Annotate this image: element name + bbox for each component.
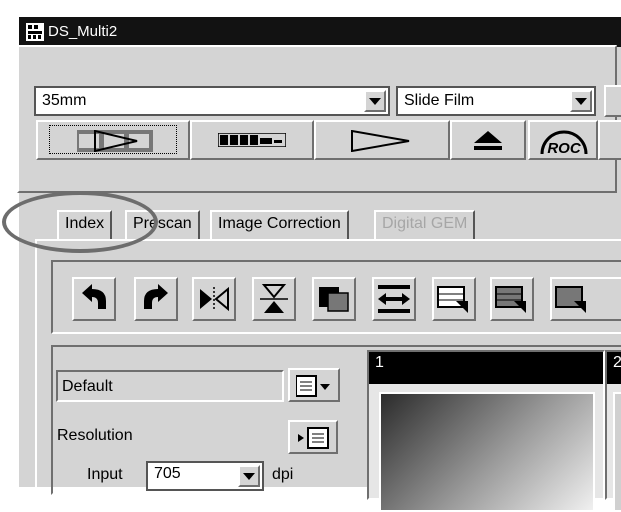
grid-invert-icon [555,286,586,313]
input-resolution-value: 705 [154,465,181,482]
input-label: Input [87,466,123,483]
eject-icon [474,131,502,150]
roc-icon: ROC [540,130,588,156]
overlay-button[interactable] [312,277,356,321]
flip-horizontal-button[interactable] [192,277,236,321]
prescan-all-button[interactable] [190,120,314,160]
title-bar: DS_Multi2 [19,17,621,47]
flip-horizontal-icon [200,286,229,312]
thumbnail-image [379,392,595,512]
roc-button[interactable]: ROC [528,120,598,160]
invert-selection-button[interactable] [550,277,621,321]
input-unit-label: dpi [272,466,294,483]
profile-value: Default [62,378,113,395]
scan-button[interactable] [314,120,450,160]
thumbnail-image [613,392,621,512]
swap-arrows-icon [378,285,410,313]
tab-image-correction[interactable]: Image Correction [210,210,349,240]
profile-menu-button[interactable] [288,368,340,402]
scanner-controls-panel [17,45,617,193]
chevron-down-icon[interactable] [570,90,592,112]
expand-list-icon [298,427,329,449]
filmstrip-icon [218,133,286,147]
thumbnail-number-label: 2 [613,354,621,371]
highlight-annotation [2,191,158,253]
select-all-frames-button[interactable] [490,277,534,321]
thumbnail-frame[interactable]: 1 1 [367,350,605,512]
more-button[interactable] [598,120,621,160]
eject-button[interactable] [450,120,526,160]
profile-field[interactable]: Default [56,370,284,402]
swap-button[interactable] [372,277,416,321]
extra-button[interactable] [604,85,621,117]
grid-select-all-icon [495,286,526,313]
film-type-value: Slide Film [404,92,475,109]
tab-digital-gem: Digital GEM [374,210,476,240]
chevron-down-icon[interactable] [238,465,260,487]
film-size-value: 35mm [42,92,87,109]
flip-vertical-button[interactable] [252,277,296,321]
chevron-down-icon[interactable] [364,90,386,112]
thumbnail-frame[interactable]: 2 [605,350,621,512]
resolution-menu-button[interactable] [288,420,338,454]
film-size-dropdown[interactable]: 35mm [34,86,390,116]
select-frames-button[interactable] [432,277,476,321]
thumbnail-number-label: 1 [375,354,384,371]
grid-select-icon [437,286,468,313]
resolution-label: Resolution [57,427,133,444]
flip-vertical-icon [260,284,288,313]
scan-index-button[interactable] [36,120,190,160]
rotate-right-icon [144,284,168,309]
rotate-left-button[interactable] [72,277,116,321]
app-icon [26,23,44,41]
rotate-right-button[interactable] [134,277,178,321]
overlay-icon [319,287,349,312]
menu-list-icon [296,375,330,397]
svg-text:ROC: ROC [547,140,582,156]
play-icon [351,130,410,152]
rotate-left-icon [82,284,106,309]
film-scan-icon [77,130,153,152]
window-title: DS_Multi2 [48,23,118,40]
film-type-dropdown[interactable]: Slide Film [396,86,596,116]
